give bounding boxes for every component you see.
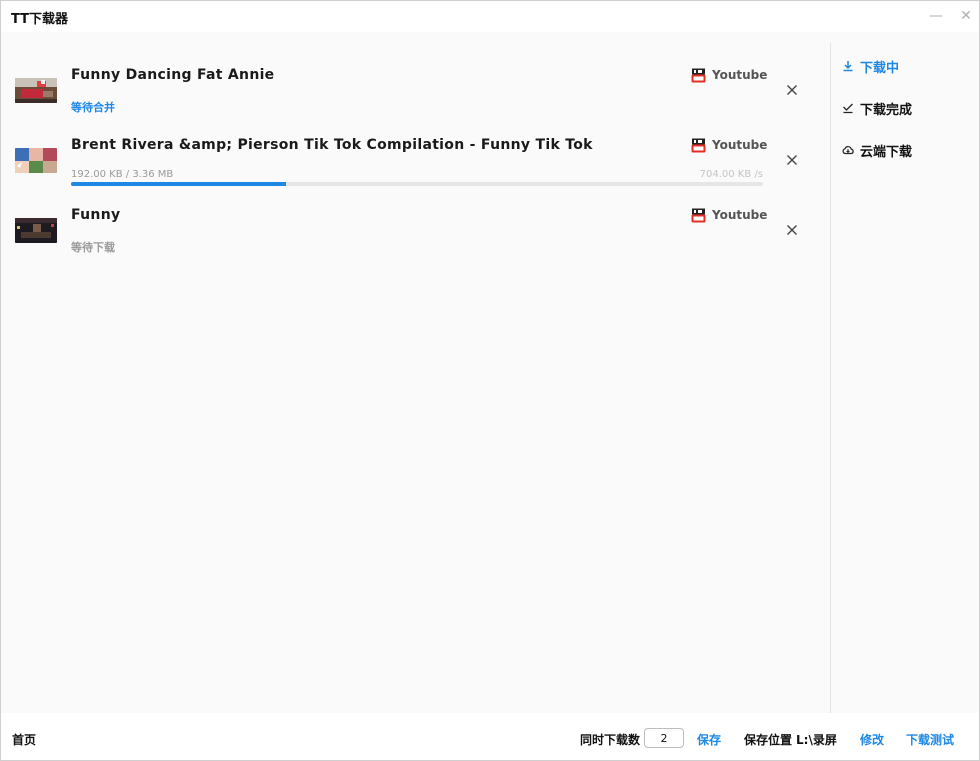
app-window: TT下载器 — ✕ Funny Dancing Fat Annie Youtub…	[0, 0, 980, 761]
list-item: Funny Youtube 等待下载	[1, 203, 830, 273]
save-concurrency-button[interactable]: 保存	[697, 731, 721, 748]
youtube-icon	[691, 68, 706, 82]
source-name: Youtube	[712, 68, 768, 82]
sidebar-item-label: 下载中	[860, 60, 900, 76]
progress-bar	[71, 182, 763, 186]
concurrency-input[interactable]	[644, 728, 684, 748]
check-icon	[843, 103, 853, 114]
download-status: 等待合并	[71, 101, 115, 114]
close-icon	[787, 225, 797, 235]
sidebar-item-label: 云端下载	[860, 144, 913, 160]
concurrency-label: 同时下载数	[580, 733, 641, 747]
download-status: 等待下载	[71, 241, 115, 254]
progress-info: 192.00 KB / 3.36 MB 704.00 KB /s	[71, 169, 763, 183]
close-icon	[787, 85, 797, 95]
list-item: Funny Dancing Fat Annie Youtube 等待合并	[1, 63, 830, 133]
home-link[interactable]: 首页	[12, 731, 36, 748]
source-name: Youtube	[712, 138, 768, 152]
download-title: Funny	[71, 207, 121, 223]
cloud-download-icon	[842, 146, 854, 155]
close-icon	[787, 155, 797, 165]
modify-location-button[interactable]: 修改	[860, 731, 884, 748]
source-label: Youtube	[691, 137, 767, 153]
download-title: Brent Rivera &amp; Pierson Tik Tok Compi…	[71, 137, 593, 153]
sidebar-item-downloading[interactable]: 下载中	[842, 55, 899, 77]
download-test-button[interactable]: 下载测试	[906, 731, 954, 748]
video-thumbnail	[15, 148, 57, 173]
video-thumbnail	[15, 78, 57, 103]
remove-download-button[interactable]	[784, 152, 800, 168]
source-name: Youtube	[712, 208, 768, 222]
source-label: Youtube	[691, 67, 767, 83]
progress-size: 192.00 KB / 3.36 MB	[71, 169, 174, 180]
sidebar-item-completed[interactable]: 下载完成	[842, 97, 912, 119]
save-location-value: L:\录屏	[796, 733, 837, 747]
minimize-button[interactable]: —	[925, 5, 947, 27]
source-label: Youtube	[691, 207, 767, 223]
youtube-icon	[691, 208, 706, 222]
progress-bar-fill	[71, 182, 286, 186]
save-location-label: 保存位置	[744, 733, 793, 747]
sidebar-item-label: 下载完成	[860, 102, 913, 118]
youtube-icon	[691, 138, 706, 152]
app-title: TT下载器	[11, 12, 69, 27]
remove-download-button[interactable]	[784, 82, 800, 98]
video-thumbnail	[15, 218, 57, 243]
list-item: Brent Rivera &amp; Pierson Tik Tok Compi…	[1, 133, 830, 203]
download-speed: 704.00 KB /s	[699, 169, 763, 180]
sidebar-item-cloud-download[interactable]: 云端下载	[842, 139, 912, 161]
title-bar[interactable]: TT下载器 — ✕	[1, 1, 979, 32]
sidebar: 下载中 下载完成 云端下载	[830, 43, 979, 713]
remove-download-button[interactable]	[784, 222, 800, 238]
close-window-button[interactable]: ✕	[955, 5, 977, 27]
download-title: Funny Dancing Fat Annie	[71, 67, 275, 83]
footer-bar: 首页 同时下载数 保存 保存位置 L:\录屏 修改 下载测试	[1, 713, 979, 760]
download-list: Funny Dancing Fat Annie Youtube 等待合并 Bre…	[1, 32, 830, 713]
download-icon	[843, 61, 853, 72]
